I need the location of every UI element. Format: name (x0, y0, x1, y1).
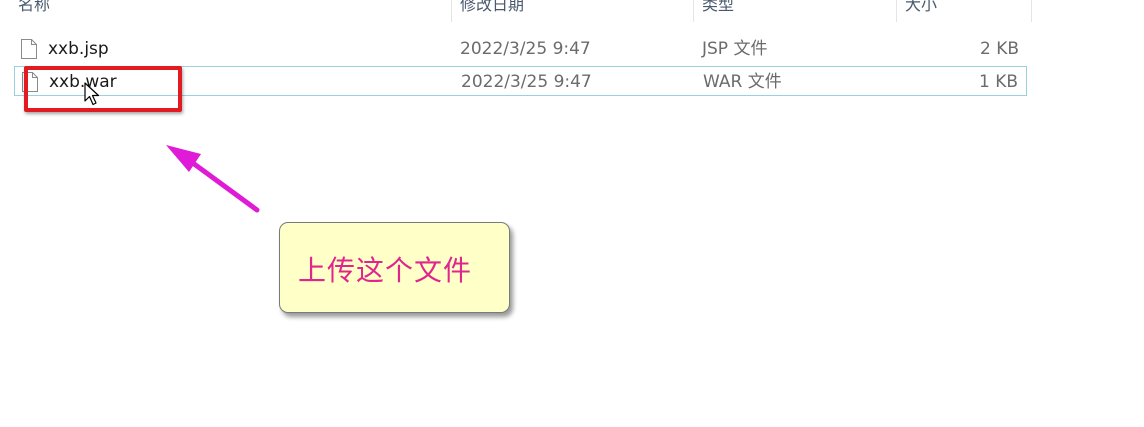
column-header-size-label: 大小 (905, 0, 938, 14)
column-header-type-label: 类型 (702, 0, 735, 14)
file-type: JSP 文件 (702, 39, 768, 59)
callout-note: 上传这个文件 (279, 222, 510, 313)
column-header-size[interactable]: 大小 (897, 0, 1032, 22)
column-header-type[interactable]: 类型 (694, 0, 897, 22)
file-date: 2022/3/25 9:47 (461, 72, 592, 92)
file-size: 1 KB (978, 72, 1018, 92)
column-header-date[interactable]: 修改日期 (452, 0, 694, 22)
pointing-arrow-icon (166, 145, 260, 213)
file-date: 2022/3/25 9:47 (460, 39, 591, 59)
file-type: WAR 文件 (703, 72, 782, 92)
callout-text: 上传这个文件 (298, 254, 473, 287)
file-size: 2 KB (979, 39, 1019, 59)
column-header-date-label: 修改日期 (460, 0, 525, 14)
